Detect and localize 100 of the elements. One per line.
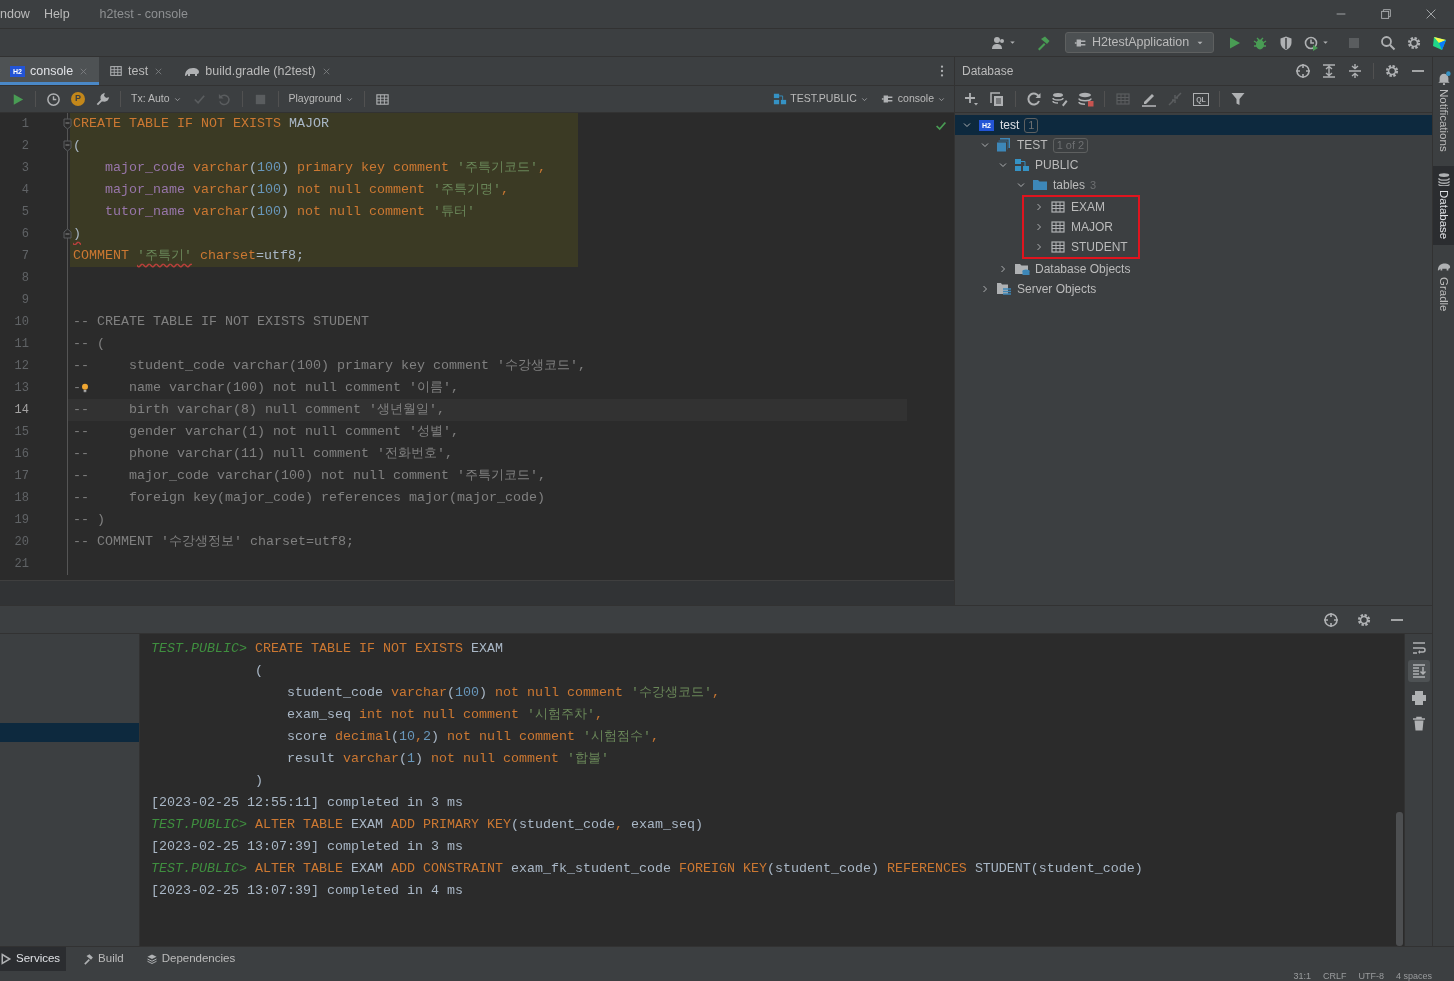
line-number: 16 xyxy=(13,446,29,463)
line-number: 10 xyxy=(13,314,29,331)
console-line: exam_seq int not null comment '시험주차', xyxy=(285,706,604,724)
timer-icon[interactable] xyxy=(1304,34,1320,51)
tree-item[interactable]: Database Objects xyxy=(955,259,1432,279)
line-number: 7 xyxy=(20,248,29,265)
run-config-dropdown[interactable]: H2testApplication xyxy=(1065,32,1214,53)
side-tab[interactable]: Database xyxy=(1433,165,1454,245)
user-icon[interactable] xyxy=(991,34,1007,51)
tree-item[interactable]: STUDENT xyxy=(1024,237,1138,257)
history-icon[interactable] xyxy=(46,91,61,107)
line-number: 19 xyxy=(13,512,29,529)
collapse-all-icon[interactable] xyxy=(1347,63,1363,79)
side-tab[interactable]: Gradle xyxy=(1433,252,1454,318)
build-icon xyxy=(82,953,95,965)
expand-all-icon[interactable] xyxy=(1321,63,1337,79)
tree-item[interactable]: MAJOR xyxy=(1024,217,1138,237)
settings-icon[interactable] xyxy=(1406,34,1422,51)
console-line: score decimal(10,2) not null comment '시험점수', xyxy=(285,728,660,746)
trash-icon[interactable] xyxy=(1410,716,1427,732)
checkmark-icon xyxy=(934,119,948,133)
caret-icon[interactable] xyxy=(1321,38,1330,47)
code-line: - name varchar(100) not null comment '이름', xyxy=(72,379,459,398)
database-icon xyxy=(1436,171,1451,186)
tool-window-tab[interactable]: Services xyxy=(0,947,67,971)
editor-tab[interactable]: test xyxy=(99,57,175,85)
services-icon xyxy=(0,953,12,965)
status-item[interactable]: 31:1 xyxy=(1293,971,1311,981)
tree-item[interactable]: PUBLIC xyxy=(955,155,1432,175)
scrollbar-thumb[interactable] xyxy=(1396,812,1403,946)
code-line: -- student_code varchar(100) primary key comment '수강생코드', xyxy=(72,357,586,375)
table-icon[interactable] xyxy=(374,91,390,107)
console-line: TEST.PUBLIC> ALTER TABLE EXAM ADD CONSTRAINT exam_fk_student_code FOREIGN KEY(student_code) REFERENCES STUDENT(student_code) xyxy=(151,860,1144,878)
filter-icon[interactable] xyxy=(1230,91,1246,107)
app-logo-icon[interactable] xyxy=(1432,34,1448,51)
menu-item[interactable]: Help xyxy=(43,4,70,24)
close-icon[interactable] xyxy=(1424,7,1438,21)
status-item[interactable]: 4 spaces xyxy=(1395,971,1432,981)
database-tools-icon[interactable] xyxy=(1052,91,1068,107)
schema-icon xyxy=(1014,157,1030,173)
code-line: -- major_code varchar(100) not null comment '주특기코드', xyxy=(72,467,546,485)
session-dropdown[interactable]: console xyxy=(880,91,946,107)
line-number: 8 xyxy=(20,270,29,287)
console-line: [2023-02-25 13:07:39] completed in 4 ms xyxy=(151,882,464,900)
undo-icon xyxy=(216,91,232,107)
editor-tab[interactable]: build.gradle (h2test) xyxy=(174,57,342,85)
edit-icon[interactable] xyxy=(1141,91,1157,107)
side-tab[interactable]: Notifications xyxy=(1433,65,1454,158)
add-icon[interactable] xyxy=(963,91,979,107)
line-number: 1 xyxy=(20,116,29,133)
refresh-icon[interactable] xyxy=(1026,91,1042,107)
print-icon[interactable] xyxy=(1410,690,1427,706)
tool-window-tab[interactable]: Build xyxy=(76,947,130,971)
tree-item[interactable]: EXAM xyxy=(1024,197,1138,217)
code-line: -- COMMENT '수강생정보' charset=utf8; xyxy=(72,533,354,551)
line-number: 3 xyxy=(20,160,29,177)
console-line: ) xyxy=(253,772,264,790)
tool-window-tab[interactable]: Dependencies xyxy=(139,947,242,971)
scroll-to-end-icon xyxy=(1410,663,1427,679)
database-icon xyxy=(996,137,1012,153)
table-icon xyxy=(1050,239,1066,255)
line-number: 6 xyxy=(20,226,29,243)
console-line: [2023-02-25 13:07:39] completed in 3 ms xyxy=(151,838,464,856)
status-item[interactable]: UTF-8 xyxy=(1358,971,1384,981)
line-number: 12 xyxy=(13,358,29,375)
console-line: [2023-02-25 12:55:11] completed in 3 ms xyxy=(151,794,464,812)
console-line: student_code varchar(100) not null comment '수강생코드', xyxy=(285,684,721,702)
settings-icon[interactable] xyxy=(1356,611,1372,628)
soft-wrap-icon[interactable] xyxy=(1410,640,1427,656)
copy-icon[interactable] xyxy=(989,91,1005,107)
playground-dropdown[interactable]: Playground xyxy=(288,91,354,107)
code-line: -- CREATE TABLE IF NOT EXISTS STUDENT xyxy=(72,313,369,331)
search-icon[interactable] xyxy=(1380,34,1396,51)
count-badge: 1 xyxy=(1024,117,1039,133)
folder-icon xyxy=(1014,261,1030,277)
tree-item[interactable]: Server Objects xyxy=(955,279,1432,299)
crosshair-icon[interactable] xyxy=(1323,611,1339,628)
table-icon xyxy=(1050,219,1066,235)
menu-item[interactable]: ndow xyxy=(0,4,30,24)
database-stop-icon[interactable] xyxy=(1078,91,1094,107)
schema-dropdown[interactable]: TEST.PUBLIC xyxy=(773,91,869,107)
shield-icon[interactable] xyxy=(1278,34,1294,51)
table-icon xyxy=(109,64,124,78)
wrench-icon[interactable] xyxy=(95,91,110,107)
line-number: 14 xyxy=(13,402,29,419)
schema-icon xyxy=(773,92,788,106)
console-line: result varchar(1) not null comment '합불' xyxy=(285,750,610,768)
caret-icon[interactable] xyxy=(1008,38,1017,47)
scroll-to-end-button[interactable] xyxy=(1407,660,1430,682)
crosshair-icon[interactable] xyxy=(1295,63,1311,79)
line-number: 2 xyxy=(20,138,29,155)
line-number: 21 xyxy=(13,556,29,573)
transaction-dropdown[interactable]: Tx: Auto xyxy=(131,91,182,107)
settings-icon[interactable] xyxy=(1384,63,1400,79)
line-number: 15 xyxy=(13,424,29,441)
status-item[interactable]: CRLF xyxy=(1322,971,1347,981)
restore-icon[interactable] xyxy=(1379,7,1393,21)
code-line: -- ( xyxy=(72,335,105,353)
p-badge-icon[interactable]: P xyxy=(71,92,85,106)
code-line: -- ) xyxy=(72,511,105,529)
